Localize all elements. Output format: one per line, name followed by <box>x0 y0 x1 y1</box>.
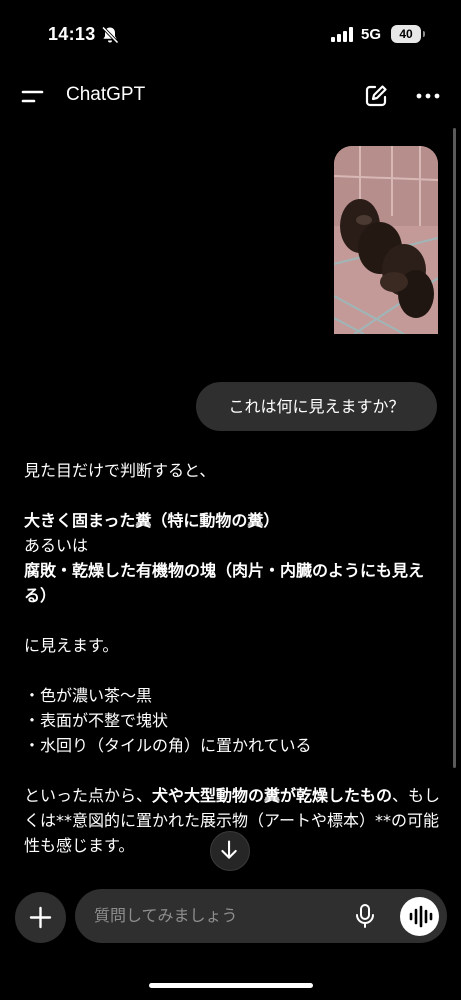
answer-seems: に見えます。 <box>24 636 119 655</box>
answer-bullet: ・色が濃い茶〜黒 <box>24 686 153 705</box>
voice-waveform-icon <box>409 905 433 928</box>
sidebar-menu-icon[interactable] <box>20 85 46 109</box>
user-message-bubble: これは何に見えますか？ <box>196 382 437 431</box>
status-bar: 14:13 5G 40 <box>0 0 461 70</box>
bell-slash-icon <box>101 26 119 44</box>
new-chat-icon[interactable] <box>363 83 389 109</box>
assistant-response: 見た目だけで判断すると、 大きく固まった糞（特に動物の糞） あるいは 腐敗・乾燥… <box>24 458 444 858</box>
network-type: 5G <box>361 26 382 43</box>
answer-guess-1: 大きく固まった糞（特に動物の糞） <box>24 511 280 530</box>
message-composer[interactable] <box>75 889 447 943</box>
answer-bullet: ・表面が不整で塊状 <box>24 711 169 730</box>
answer-or: あるいは <box>24 536 89 555</box>
answer-bullet: ・水回り（タイルの角）に置かれている <box>24 736 312 755</box>
chat-thread[interactable]: これは何に見えますか？ 見た目だけで判断すると、 大きく固まった糞（特に動物の糞… <box>0 122 461 882</box>
scroll-indicator[interactable] <box>453 128 456 768</box>
plus-icon <box>29 906 52 929</box>
conclusion-lead: といった点から、 <box>24 786 153 805</box>
scroll-to-bottom-button[interactable] <box>210 831 250 871</box>
more-options-icon[interactable] <box>414 83 442 109</box>
battery-icon: 40 <box>391 25 421 43</box>
cellular-signal-icon <box>331 27 353 42</box>
status-time: 14:13 <box>48 24 96 44</box>
microphone-icon[interactable] <box>354 903 376 929</box>
conclusion-emphasis: 犬や大型動物の糞が乾燥したもの <box>152 786 393 805</box>
voice-mode-button[interactable] <box>400 897 439 936</box>
app-title[interactable]: ChatGPT <box>66 84 145 106</box>
arrow-down-icon <box>221 840 237 859</box>
answer-intro: 見た目だけで判断すると、 <box>24 461 216 480</box>
attach-button[interactable] <box>15 892 66 943</box>
answer-guess-2: 腐敗・乾燥した有機物の塊（肉片・内臓のようにも見える） <box>24 561 425 605</box>
attached-photo[interactable] <box>334 146 438 334</box>
home-indicator[interactable] <box>149 983 313 988</box>
top-nav: ChatGPT <box>0 70 461 122</box>
battery-nub <box>423 31 425 37</box>
message-input[interactable] <box>94 902 334 928</box>
